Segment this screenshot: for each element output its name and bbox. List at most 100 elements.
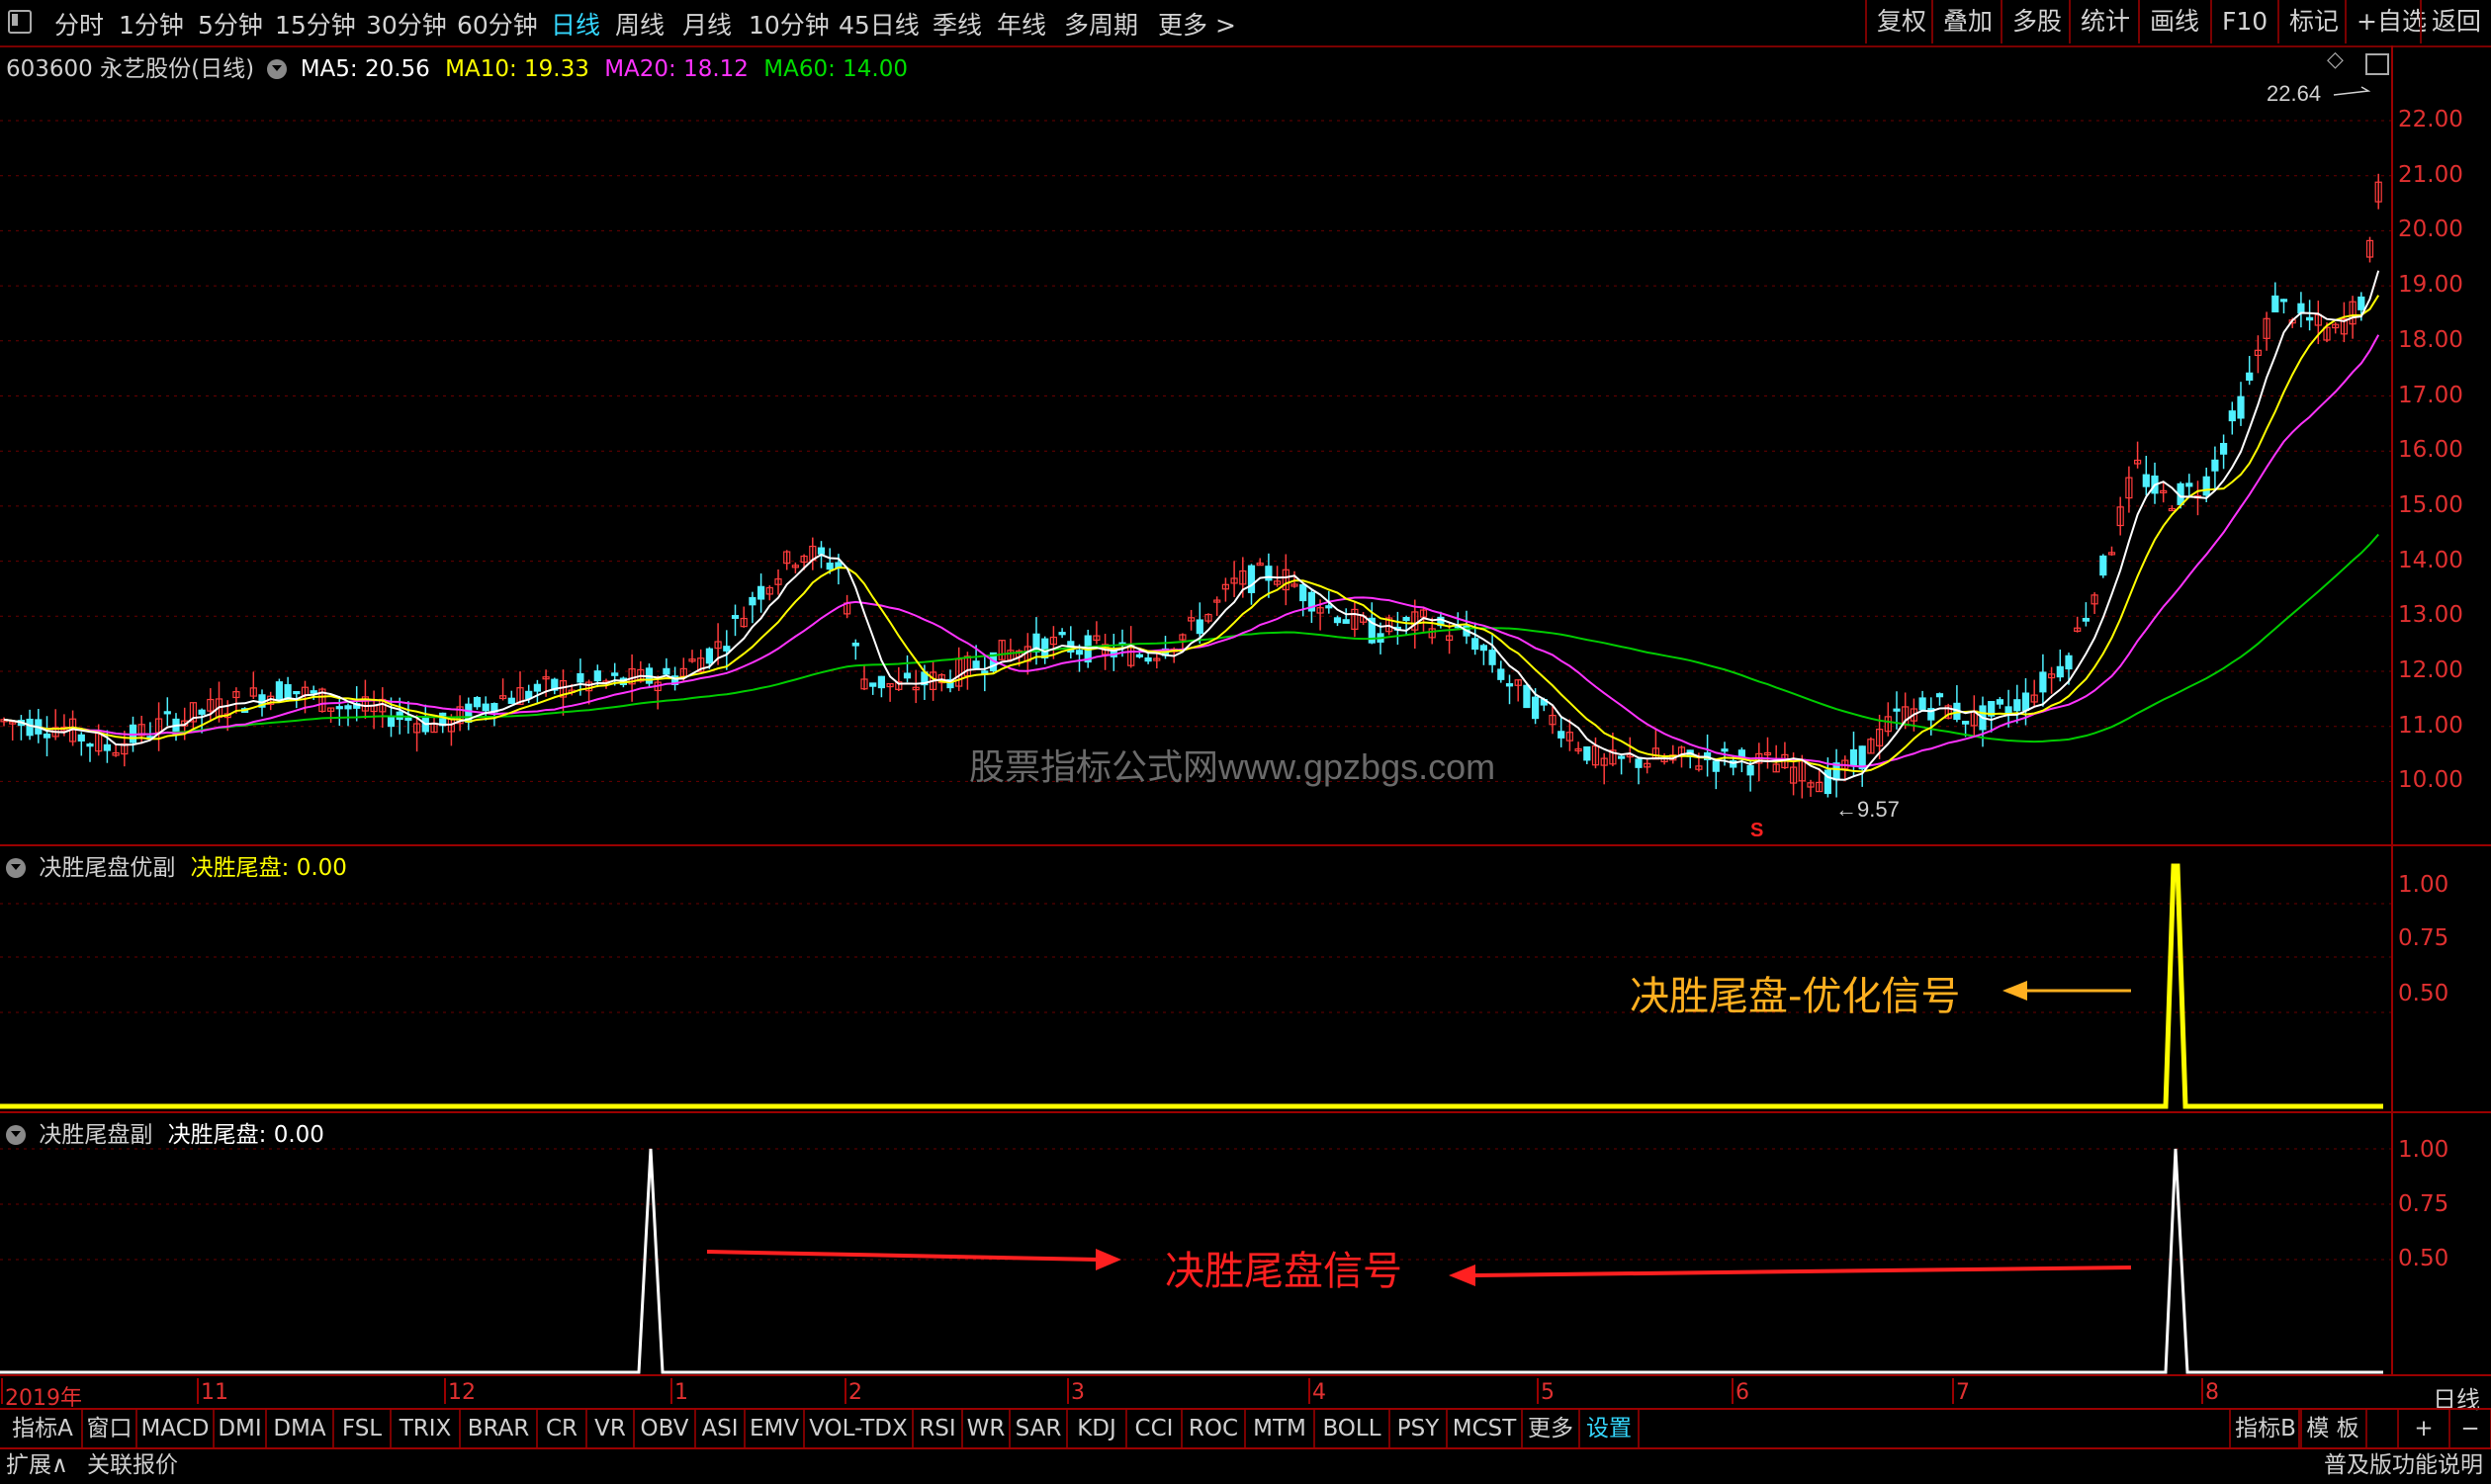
candle-body — [1075, 650, 1084, 655]
candle-body — [404, 717, 412, 721]
candle-body — [1635, 758, 1643, 768]
period-tab-1[interactable]: 1分钟 — [119, 6, 184, 42]
candle-body — [1479, 645, 1488, 652]
period-tab-2[interactable]: 5分钟 — [198, 6, 263, 42]
period-tab-7[interactable]: 周线 — [615, 6, 665, 42]
period-tab-14[interactable]: 更多 > — [1158, 6, 1236, 42]
candle-body — [533, 683, 542, 692]
edition-info-link[interactable]: 普及版功能说明 — [2324, 1447, 2483, 1484]
period-tab-8[interactable]: 月线 — [682, 6, 732, 42]
panel2-arrow-line-right — [1472, 1266, 2132, 1277]
indicator-tab-rsi[interactable]: RSI — [914, 1410, 963, 1447]
indicator-tab-dma[interactable]: DMA — [267, 1410, 334, 1447]
toolbar-button-8[interactable]: 返回 — [2420, 0, 2491, 44]
indicator-tab-trix[interactable]: TRIX — [392, 1410, 461, 1447]
indicator-tab-roc[interactable]: ROC — [1183, 1410, 1246, 1447]
candle-body — [1531, 696, 1540, 720]
indicator-tab-boll[interactable]: BOLL — [1315, 1410, 1390, 1447]
indicator-tab-25[interactable]: 设置 — [1580, 1410, 1640, 1447]
indicator-tab-1[interactable]: 窗口 — [83, 1410, 137, 1447]
candle-body — [2358, 296, 2365, 310]
indicator-tab-dmi[interactable]: DMI — [215, 1410, 267, 1447]
candle-body — [482, 703, 489, 712]
bottom-right-button-1[interactable]: 模 板 — [2298, 1410, 2367, 1447]
candle-body — [86, 743, 94, 747]
indicator-tab-asi[interactable]: ASI — [696, 1410, 746, 1447]
bottom-right-button-2[interactable]: + — [2397, 1410, 2450, 1447]
candle-body — [851, 642, 859, 647]
period-tab-10[interactable]: 45日线 — [839, 6, 920, 42]
toolbar-button-6[interactable]: 标记 — [2277, 0, 2349, 44]
candle-body — [731, 615, 740, 619]
indicator-tab-kdj[interactable]: KDJ — [1068, 1410, 1127, 1447]
indicator-tab-psy[interactable]: PSY — [1390, 1410, 1448, 1447]
period-tab-3[interactable]: 15分钟 — [275, 6, 356, 42]
indicator-tab-obv[interactable]: OBV — [635, 1410, 696, 1447]
indicator-tab-cci[interactable]: CCI — [1127, 1410, 1183, 1447]
panel1-axis-label: 0.50 — [2398, 981, 2449, 1006]
indicator-tab-vol-tdx[interactable]: VOL-TDX — [805, 1410, 914, 1447]
period-tab-12[interactable]: 年线 — [997, 6, 1046, 42]
indicator-tab-a[interactable]: 指标A — [4, 1410, 83, 1447]
candle-body — [2202, 476, 2210, 496]
candle-body — [26, 718, 34, 737]
toolbar-button-1[interactable]: 叠加 — [1931, 0, 2002, 44]
sell-signal-marker: S — [1750, 820, 1763, 841]
date-tick — [1732, 1378, 1734, 1404]
indicator-tab-macd[interactable]: MACD — [137, 1410, 215, 1447]
period-tab-5[interactable]: 60分钟 — [457, 6, 538, 42]
toolbar-button-5[interactable]: F10 — [2210, 0, 2277, 44]
date-tick — [1308, 1378, 1310, 1404]
status-bar: 扩展∧ 关联报价 普及版功能说明 — [0, 1447, 2491, 1484]
period-tab-6[interactable]: 日线 — [551, 6, 600, 42]
period-tab-4[interactable]: 30分钟 — [366, 6, 447, 42]
indicator-tab-mtm[interactable]: MTM — [1246, 1410, 1315, 1447]
panel2-arrow-head-left — [1096, 1249, 1121, 1270]
indicator-tab-cr[interactable]: CR — [538, 1410, 587, 1447]
price-axis-label: 21.00 — [2398, 161, 2463, 188]
indicator-tab-fsl[interactable]: FSL — [334, 1410, 392, 1447]
candle-body — [1325, 605, 1333, 609]
date-axis-label: 3 — [1071, 1380, 1085, 1405]
price-axis-label: 16.00 — [2398, 437, 2463, 464]
indicator-tab-24[interactable]: 更多 — [1523, 1410, 1580, 1447]
date-tick — [197, 1378, 199, 1404]
period-tab-13[interactable]: 多周期 — [1064, 6, 1138, 42]
period-tab-11[interactable]: 季线 — [933, 6, 982, 42]
candle-body — [507, 697, 515, 704]
indicator-tab-sar[interactable]: SAR — [1011, 1410, 1068, 1447]
bottom-right-button-0[interactable]: 指标B — [2229, 1410, 2302, 1447]
panel2-axis-label: 0.50 — [2398, 1246, 2449, 1271]
indicator-tab-brar[interactable]: BRAR — [461, 1410, 538, 1447]
period-tab-9[interactable]: 10分钟 — [749, 6, 830, 42]
indicator-tab-mcst[interactable]: MCST — [1448, 1410, 1523, 1447]
toolbar-button-0[interactable]: 复权 — [1865, 0, 1936, 44]
panel-toggle-icon[interactable] — [8, 10, 32, 34]
date-tick — [845, 1378, 846, 1404]
toolbar-button-4[interactable]: 画线 — [2138, 0, 2209, 44]
candle-body — [1721, 748, 1729, 752]
candle-body — [387, 715, 396, 728]
candle-body — [77, 734, 85, 742]
bottom-right-button-3[interactable]: − — [2448, 1410, 2491, 1447]
expand-button[interactable]: 扩展∧ — [6, 1447, 68, 1484]
period-tab-0[interactable]: 分时 — [54, 6, 104, 42]
candle-body — [2297, 303, 2305, 314]
indicator-tab-vr[interactable]: VR — [587, 1410, 635, 1447]
candle-body — [1299, 583, 1307, 602]
date-axis-label: 7 — [1956, 1380, 1970, 1405]
candle-body — [1712, 760, 1720, 772]
candle-body — [2021, 692, 2030, 712]
toolbar-button-2[interactable]: 多股 — [2001, 0, 2072, 44]
indicator-tab-emv[interactable]: EMV — [746, 1410, 805, 1447]
related-quote-button[interactable]: 关联报价 — [87, 1447, 178, 1484]
panel1-axis-label: 0.75 — [2398, 925, 2449, 951]
panel2-axis-label: 0.75 — [2398, 1191, 2449, 1217]
toolbar-button-3[interactable]: 统计 — [2069, 0, 2140, 44]
candle-body — [1402, 617, 1410, 622]
price-axis-label: 22.00 — [2398, 107, 2463, 132]
panel1-axis-label: 1.00 — [2398, 872, 2449, 898]
candle-body — [1505, 683, 1514, 687]
price-axis-label: 20.00 — [2398, 217, 2463, 243]
indicator-tab-wr[interactable]: WR — [963, 1410, 1011, 1447]
